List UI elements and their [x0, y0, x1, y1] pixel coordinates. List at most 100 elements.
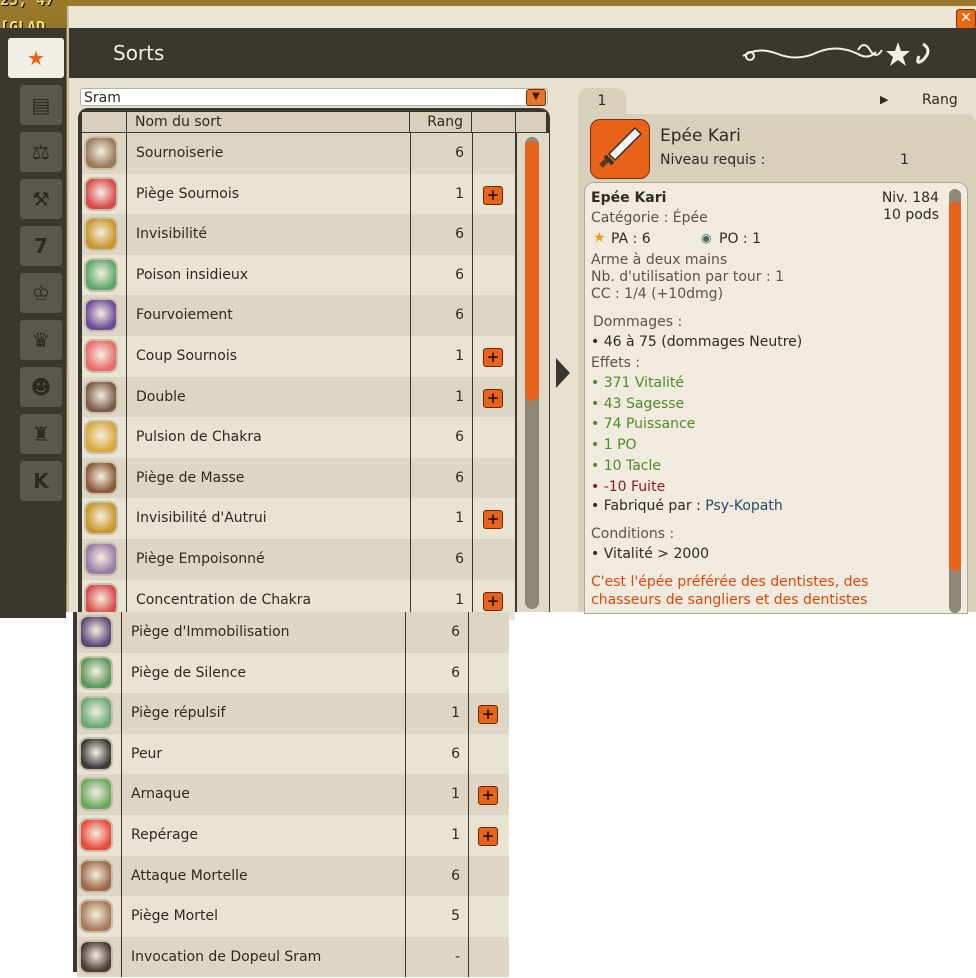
spell-name: Invisibilité d'Autrui	[136, 510, 267, 527]
tab-k[interactable]: K	[20, 461, 62, 501]
condition-value: • Vitalité > 2000	[591, 546, 710, 562]
spell-row[interactable]: Repérage 1 +	[77, 814, 509, 856]
detail-scroll-thumb[interactable]	[949, 201, 961, 571]
scroll-thumb[interactable]	[525, 141, 539, 401]
dropdown-arrow-icon[interactable]: ▼	[526, 89, 546, 106]
spell-rank: 1	[451, 786, 460, 803]
item-description[interactable]: Epée Kari Niv. 184 10 pods Catégorie : É…	[584, 182, 968, 614]
spell-row[interactable]: Pulsion de Chakra 6	[82, 417, 515, 458]
item-level: Niv. 184	[881, 190, 939, 206]
spell-row[interactable]: Peur 6	[77, 733, 509, 775]
spell-row[interactable]: Invisibilité 6	[82, 214, 515, 255]
column-divider	[468, 652, 469, 694]
spell-icon	[84, 217, 118, 252]
tab-mask[interactable]: ☻	[20, 367, 62, 407]
tab-balance[interactable]: ⚖	[20, 132, 62, 172]
spell-rank: 6	[451, 624, 460, 640]
column-divider	[126, 335, 127, 377]
upgrade-plus-button[interactable]: +	[478, 705, 498, 725]
spell-rank: 6	[455, 145, 464, 161]
spell-rows-lower: Piège d'Immobilisation 6 Piège de Silence 6…	[77, 612, 509, 978]
spell-row[interactable]: Coup Sournois 1 +	[82, 335, 515, 377]
detail-scrollbar[interactable]	[949, 189, 961, 613]
spell-name: Peur	[131, 745, 163, 762]
column-divider	[121, 612, 122, 653]
upgrade-plus-button[interactable]: +	[483, 388, 503, 408]
column-divider	[472, 295, 473, 336]
spell-name: Piège Mortel	[131, 908, 218, 925]
spell-row[interactable]: Invocation de Dopeul Sram -	[77, 936, 509, 978]
effect-line: • 43 Sagesse	[591, 395, 685, 412]
spell-row[interactable]: Piège répulsif 1 +	[77, 693, 509, 734]
window-title: Sorts	[113, 41, 165, 65]
pa-star-icon: ★	[593, 230, 606, 246]
tab-calendar[interactable]: 7	[20, 226, 62, 266]
spell-row[interactable]: Poison insidieux 6	[82, 254, 515, 296]
column-divider	[126, 173, 127, 215]
spell-row[interactable]: Piège Mortel 5	[77, 896, 509, 937]
list-scrollbar[interactable]	[516, 133, 549, 612]
close-button[interactable]: ✕	[956, 9, 976, 29]
tab-jobs[interactable]: ⚒	[20, 179, 62, 219]
spell-row[interactable]: Arnaque 1 +	[77, 774, 509, 815]
spell-icon	[79, 615, 113, 649]
column-divider	[126, 538, 127, 580]
tab-trophy[interactable]: ♔	[20, 273, 62, 313]
spell-row[interactable]: Piège de Masse 6	[82, 457, 515, 499]
spell-row[interactable]: Invisibilité d'Autrui 1 +	[82, 498, 515, 539]
upgrade-plus-button[interactable]: +	[483, 510, 503, 530]
upgrade-plus-button[interactable]: +	[478, 826, 498, 846]
column-divider	[126, 214, 127, 255]
spell-name: Piège de Masse	[136, 469, 245, 486]
spell-row[interactable]: Piège Sournois 1 +	[82, 173, 515, 215]
spell-rank: 6	[455, 469, 464, 486]
spell-row[interactable]: Sournoiserie 6	[82, 133, 515, 174]
column-divider	[126, 498, 127, 539]
effect-line: • -10 Fuite	[591, 478, 666, 495]
item-pa: PA : 6	[611, 231, 651, 247]
tab-spells[interactable]: ★	[8, 38, 64, 78]
spell-row[interactable]: Piège Empoisonné 6	[82, 538, 515, 580]
crafted-label: • Fabriqué par :	[591, 498, 706, 514]
next-arrow-icon[interactable]: ▶	[880, 93, 888, 106]
spell-row[interactable]: Double 1 +	[82, 376, 515, 418]
tab-inventory[interactable]: ▤	[20, 85, 62, 125]
header-name[interactable]: Nom du sort	[127, 112, 410, 132]
spell-name: Arnaque	[131, 786, 190, 803]
window-top-strip: ✕	[69, 6, 976, 29]
class-filter-select[interactable]: Sram ▼	[80, 88, 548, 106]
spell-icon	[84, 257, 118, 292]
spell-rows: Sournoiserie 6 Piège Sournois 1 + Invisibilit…	[82, 133, 515, 621]
column-divider	[126, 417, 127, 458]
tab-helmet[interactable]: ♜	[20, 414, 62, 454]
damage-value: • 46 à 75 (dommages Neutre)	[591, 334, 803, 350]
column-divider	[121, 733, 122, 775]
tab-crown[interactable]: ♛	[20, 320, 62, 360]
spell-name: Piège répulsif	[131, 705, 226, 722]
upgrade-plus-button[interactable]: +	[483, 185, 503, 205]
upgrade-plus-button[interactable]: +	[483, 347, 503, 367]
upgrade-plus-button[interactable]: +	[478, 786, 498, 806]
spell-icon	[84, 136, 118, 170]
item-uses: Nb. d'utilisation par tour : 1	[591, 269, 785, 285]
spell-rank: 6	[455, 226, 464, 243]
hud-coordinates: 25, 47	[0, 0, 55, 9]
spell-name: Piège d'Immobilisation	[131, 624, 290, 640]
spell-rank: -	[454, 948, 460, 965]
column-divider	[121, 896, 122, 937]
tab-rank-1[interactable]: 1	[578, 88, 626, 114]
spell-rank: 1	[455, 185, 464, 202]
spell-row[interactable]: Piège de Silence 6	[77, 652, 509, 694]
expand-arrow-icon[interactable]	[554, 356, 572, 390]
spell-rank: 6	[451, 867, 460, 884]
rank-label: Rang	[922, 92, 958, 108]
upgrade-plus-button[interactable]: +	[483, 591, 503, 611]
spell-row[interactable]: Piège d'Immobilisation 6	[77, 612, 509, 653]
effect-line: • 1 PO	[591, 437, 637, 454]
spell-name: Sournoiserie	[136, 145, 224, 161]
spell-row[interactable]: Attaque Mortelle 6	[77, 855, 509, 897]
spell-row[interactable]: Fourvoiement 6	[82, 295, 515, 336]
header-rank[interactable]: Rang	[411, 112, 472, 132]
spell-icon	[84, 541, 118, 576]
spell-rank: 6	[455, 266, 464, 283]
